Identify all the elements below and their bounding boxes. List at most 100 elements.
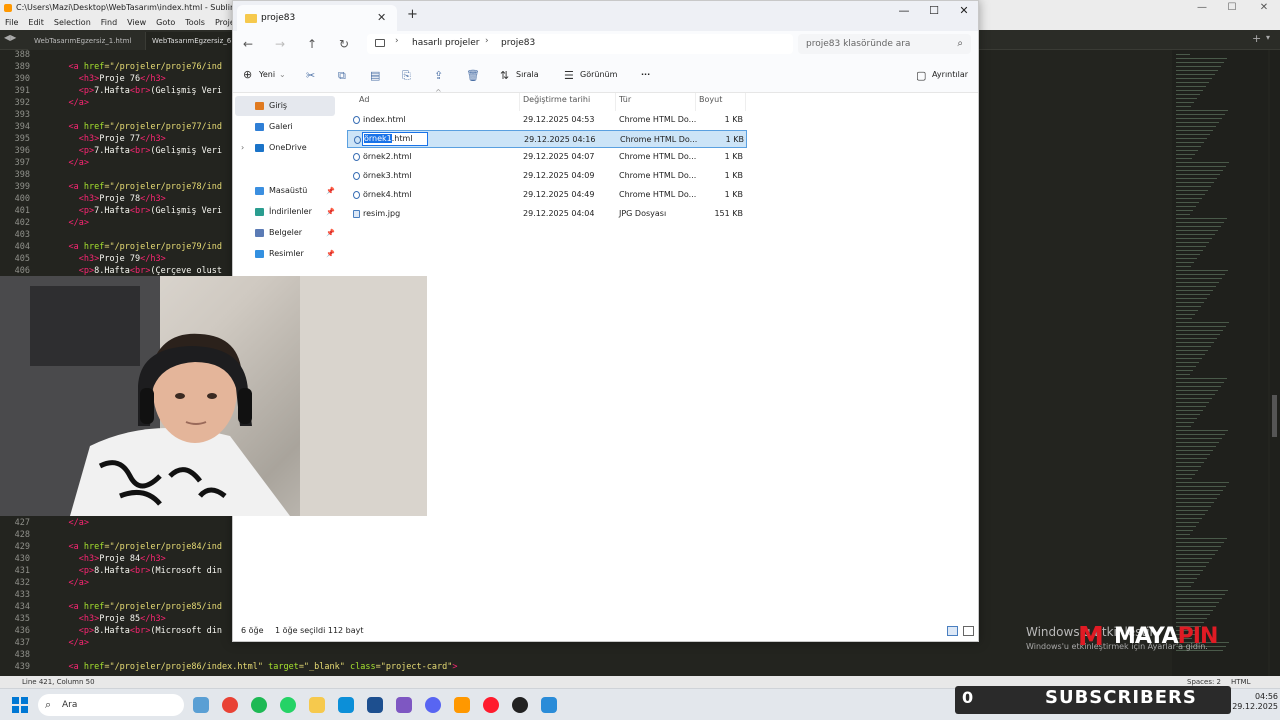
- chrome-html-file-icon: [353, 172, 360, 181]
- pin-icon[interactable]: 📌: [326, 181, 335, 201]
- forward-arrow-icon[interactable]: →: [275, 37, 285, 51]
- minimap-line: [1176, 518, 1202, 519]
- nav-item[interactable]: Galeri: [235, 117, 335, 137]
- file-row[interactable]: örnek4.html 29.12.2025 04:49 Chrome HTML D…: [347, 186, 747, 204]
- address-bar[interactable]: › hasarlı projeler › proje83: [367, 34, 793, 54]
- nav-item[interactable]: › OneDrive: [235, 138, 335, 158]
- settings-app-icon[interactable]: [193, 697, 209, 713]
- code-line: </a>: [48, 637, 88, 649]
- obs-app-icon[interactable]: [512, 697, 528, 713]
- details-button[interactable]: Ayrıntılar: [932, 70, 968, 79]
- copy-icon[interactable]: ⧉: [338, 69, 346, 83]
- breadcrumb-proje83[interactable]: proje83: [501, 38, 535, 48]
- tiles-view-icon[interactable]: [963, 626, 974, 636]
- file-row[interactable]: örnek2.html 29.12.2025 04:07 Chrome HTML D…: [347, 148, 747, 166]
- file-row[interactable]: örnek1.html 29.12.2025 04:16 Chrome HTML D…: [347, 129, 747, 148]
- pin-icon[interactable]: 📌: [326, 202, 335, 222]
- store-app-icon[interactable]: [367, 697, 383, 713]
- column-header-type[interactable]: Tür: [619, 95, 631, 104]
- minimap-line: [1176, 466, 1201, 467]
- close-icon[interactable]: ✕: [1252, 0, 1276, 16]
- minimap[interactable]: [1172, 50, 1268, 676]
- paste-icon[interactable]: ▤: [370, 69, 380, 82]
- new-tab-icon[interactable]: +: [1252, 32, 1261, 45]
- menu-find[interactable]: Find: [101, 16, 117, 30]
- column-header-date[interactable]: Değiştirme tarihi: [523, 95, 590, 104]
- minimap-line: [1176, 562, 1209, 563]
- refresh-icon[interactable]: ↻: [339, 37, 349, 51]
- breadcrumb-hasarli-projeler[interactable]: hasarlı projeler: [412, 38, 479, 48]
- edge-app-icon[interactable]: [338, 697, 354, 713]
- delete-icon[interactable]: 🗑: [466, 69, 480, 82]
- share-icon[interactable]: ⇪: [434, 69, 443, 82]
- back-arrow-icon[interactable]: ←: [243, 37, 253, 51]
- sublime-tab-1[interactable]: WebTasarımEgzersiz_1.html: [28, 32, 146, 50]
- whatsapp-app-icon[interactable]: [280, 697, 296, 713]
- code-line: <a href="/projeler/proje76/ind: [48, 61, 222, 73]
- maximize-icon[interactable]: ☐: [919, 4, 949, 17]
- explorer-tab[interactable]: proje83 ✕: [237, 5, 397, 31]
- close-tab-icon[interactable]: ✕: [377, 5, 386, 31]
- spotify-app-icon[interactable]: [251, 697, 267, 713]
- pin-icon[interactable]: 📌: [326, 223, 335, 243]
- column-divider[interactable]: [695, 93, 696, 111]
- file-row[interactable]: index.html 29.12.2025 04:53 Chrome HTML Do…: [347, 111, 747, 129]
- pin-icon[interactable]: 📌: [326, 244, 335, 264]
- minimap-line: [1176, 178, 1217, 179]
- file-explorer-app-icon[interactable]: [309, 697, 325, 713]
- minimize-icon[interactable]: —: [889, 4, 919, 17]
- code-token: <br>: [129, 206, 151, 216]
- editor-scrollbar[interactable]: [1270, 50, 1280, 676]
- column-header-size[interactable]: Boyut: [699, 95, 722, 104]
- taskbar-search-input[interactable]: ⌕ Ara: [38, 694, 184, 716]
- minimize-icon[interactable]: —: [1190, 0, 1214, 16]
- menu-goto[interactable]: Goto: [156, 16, 175, 30]
- chevron-right-icon[interactable]: ›: [241, 138, 244, 158]
- menu-tools[interactable]: Tools: [185, 16, 205, 30]
- notepad-app-icon[interactable]: [541, 697, 557, 713]
- view-button[interactable]: Görünüm: [580, 70, 617, 79]
- sort-button[interactable]: Sırala: [516, 70, 539, 79]
- discord-app-icon[interactable]: [425, 697, 441, 713]
- nav-item[interactable]: İndirilenler 📌: [235, 202, 335, 222]
- line-number: 392: [14, 98, 30, 108]
- rename-icon[interactable]: ⎘: [402, 69, 411, 83]
- menu-view[interactable]: View: [127, 16, 146, 30]
- new-tab-icon[interactable]: +: [407, 7, 418, 22]
- file-row[interactable]: resim.jpg 29.12.2025 04:04 JPG Dosyası 151 …: [347, 205, 747, 223]
- code-line: <h3>Proje 85</h3>: [48, 613, 166, 625]
- column-divider[interactable]: [745, 93, 746, 111]
- column-divider[interactable]: [615, 93, 616, 111]
- visual-studio-app-icon[interactable]: [396, 697, 412, 713]
- menu-edit[interactable]: Edit: [28, 16, 44, 30]
- sublime-app-icon[interactable]: [454, 697, 470, 713]
- nav-item[interactable]: Giriş: [235, 96, 335, 116]
- close-icon[interactable]: ✕: [949, 4, 979, 17]
- search-input[interactable]: proje83 klasöründe ara ⌕: [798, 34, 971, 54]
- file-row[interactable]: örnek3.html 29.12.2025 04:09 Chrome HTML D…: [347, 167, 747, 185]
- taskbar-clock[interactable]: 04:56 29.12.2025: [1228, 692, 1278, 712]
- maximize-icon[interactable]: ☐: [1220, 0, 1244, 16]
- more-options-button[interactable]: ···: [641, 70, 650, 79]
- nav-item[interactable]: Resimler 📌: [235, 244, 335, 264]
- nav-item[interactable]: Masaüstü 📌: [235, 181, 335, 201]
- column-header-name[interactable]: Ad: [359, 95, 369, 104]
- nav-item[interactable]: Belgeler 📌: [235, 223, 335, 243]
- windows-start-icon[interactable]: [12, 697, 28, 713]
- search-icon: ⌕: [957, 38, 963, 49]
- up-arrow-icon[interactable]: ↑: [307, 37, 317, 51]
- code-line: <h3>Proje 84</h3>: [48, 553, 166, 565]
- menu-selection[interactable]: Selection: [54, 16, 91, 30]
- syntax-setting[interactable]: HTML: [1231, 676, 1250, 688]
- cut-icon[interactable]: ✂: [306, 69, 315, 82]
- tab-nav-arrows-icon[interactable]: ◀▶: [4, 33, 16, 42]
- new-button[interactable]: Yeni: [259, 70, 275, 79]
- tab-dropdown-icon[interactable]: ▾: [1266, 33, 1270, 42]
- details-view-icon[interactable]: [947, 626, 958, 636]
- column-divider[interactable]: [519, 93, 520, 111]
- menu-file[interactable]: File: [5, 16, 18, 30]
- scrollbar-thumb[interactable]: [1272, 395, 1277, 437]
- opera-app-icon[interactable]: [483, 697, 499, 713]
- rename-input[interactable]: örnek1.html: [362, 131, 428, 146]
- chrome-app-icon[interactable]: [222, 697, 238, 713]
